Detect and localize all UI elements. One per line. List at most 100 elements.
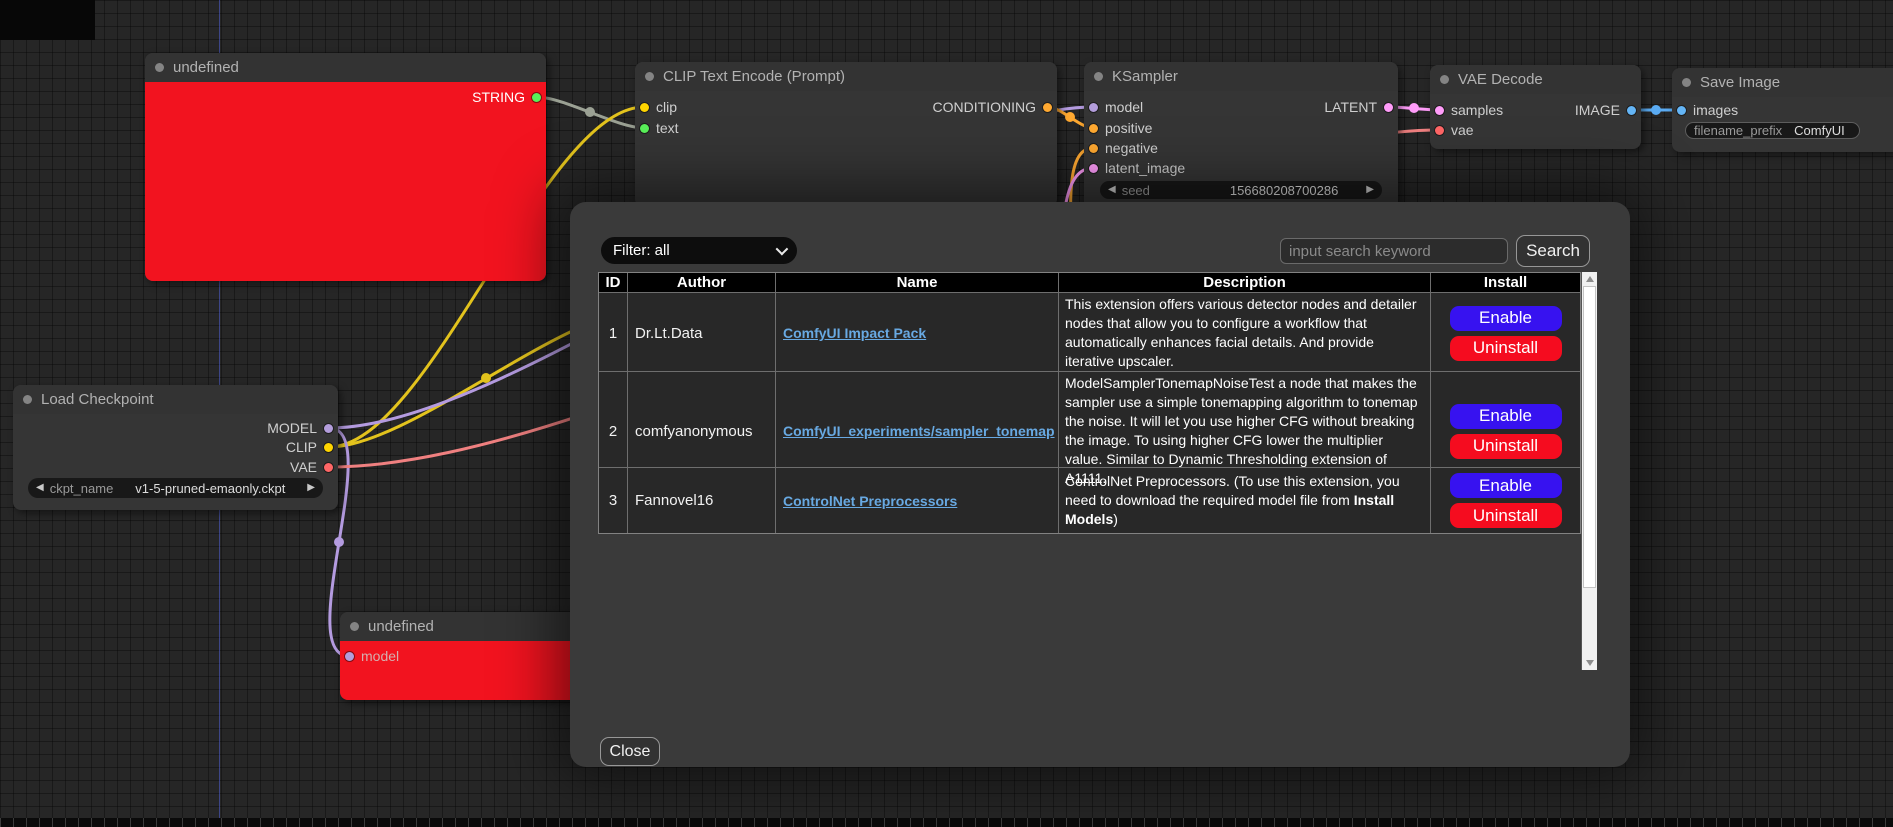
node-title: Load Checkpoint bbox=[41, 391, 154, 408]
node-titlebar[interactable]: CLIP Text Encode (Prompt) bbox=[635, 62, 1057, 91]
node-collapse-dot[interactable] bbox=[350, 622, 359, 631]
port-dot-CONDITIONING[interactable] bbox=[1043, 103, 1052, 112]
port-input-model[interactable]: model bbox=[345, 648, 399, 664]
node-title: undefined bbox=[173, 59, 239, 76]
port-input-positive[interactable]: positive bbox=[1089, 120, 1152, 136]
uninstall-button[interactable]: Uninstall bbox=[1450, 336, 1562, 361]
port-dot-positive[interactable] bbox=[1089, 124, 1098, 133]
widget-arrow-right[interactable]: ▶ bbox=[1366, 185, 1374, 195]
port-label: vae bbox=[1451, 122, 1474, 138]
widget-seed[interactable]: ◀seed156680208700286▶ bbox=[1100, 181, 1382, 199]
manager-dialog: Filter: all Search IDAuthorNameDescripti… bbox=[570, 202, 1630, 767]
scrollbar-thumb[interactable] bbox=[1583, 286, 1596, 588]
port-dot-model[interactable] bbox=[1089, 103, 1098, 112]
port-input-vae[interactable]: vae bbox=[1435, 122, 1474, 138]
port-output-STRING[interactable]: STRING bbox=[472, 89, 541, 105]
uninstall-button[interactable]: Uninstall bbox=[1450, 434, 1562, 459]
node-titlebar[interactable]: KSampler bbox=[1084, 62, 1398, 91]
port-dot-vae[interactable] bbox=[1435, 126, 1444, 135]
port-input-clip[interactable]: clip bbox=[640, 99, 677, 115]
port-input-images[interactable]: images bbox=[1677, 102, 1738, 118]
port-output-MODEL[interactable]: MODEL bbox=[267, 420, 333, 436]
port-dot-CLIP[interactable] bbox=[324, 443, 333, 452]
port-output-IMAGE[interactable]: IMAGE bbox=[1575, 102, 1636, 118]
port-label: clip bbox=[656, 99, 677, 115]
node-save-image[interactable]: Save Image images filename_prefixComfyUI bbox=[1672, 68, 1893, 152]
scrollbar-up-arrow[interactable] bbox=[1582, 272, 1597, 286]
node-collapse-dot[interactable] bbox=[1440, 75, 1449, 84]
extension-table: IDAuthorNameDescriptionInstall1Dr.Lt.Dat… bbox=[598, 272, 1581, 534]
table-row-1: 1Dr.Lt.DataComfyUI Impact PackThis exten… bbox=[599, 292, 1580, 371]
port-input-model[interactable]: model bbox=[1089, 99, 1143, 115]
cell-author: Fannovel16 bbox=[628, 468, 776, 533]
node-collapse-dot[interactable] bbox=[1682, 78, 1691, 87]
node-collapse-dot[interactable] bbox=[23, 395, 32, 404]
port-input-samples[interactable]: samples bbox=[1435, 102, 1503, 118]
node-titlebar[interactable]: Save Image bbox=[1672, 68, 1893, 97]
port-dot-latent_image[interactable] bbox=[1089, 164, 1098, 173]
port-dot-images[interactable] bbox=[1677, 106, 1686, 115]
cell-description: This extension offers various detector n… bbox=[1059, 293, 1431, 373]
port-label: IMAGE bbox=[1575, 102, 1620, 118]
extension-link[interactable]: ComfyUI Impact Pack bbox=[783, 325, 926, 341]
column-header-id: ID bbox=[599, 273, 628, 292]
port-dot-STRING[interactable] bbox=[532, 93, 541, 102]
widget-arrow-left[interactable]: ◀ bbox=[1108, 185, 1116, 195]
port-label: samples bbox=[1451, 102, 1503, 118]
extension-link[interactable]: ControlNet Preprocessors bbox=[783, 493, 957, 509]
enable-button[interactable]: Enable bbox=[1450, 306, 1562, 331]
port-dot-model[interactable] bbox=[345, 652, 354, 661]
node-load-checkpoint[interactable]: Load Checkpoint MODEL CLIP VAE ◀ckpt_namev1-… bbox=[13, 385, 338, 510]
wire-midpoint-dot bbox=[585, 107, 595, 117]
node-clip-text-encode[interactable]: CLIP Text Encode (Prompt) clip text CONDITI… bbox=[635, 62, 1057, 207]
port-output-VAE[interactable]: VAE bbox=[290, 459, 333, 475]
port-dot-IMAGE[interactable] bbox=[1627, 106, 1636, 115]
node-collapse-dot[interactable] bbox=[645, 72, 654, 81]
port-label: CONDITIONING bbox=[933, 99, 1036, 115]
cell-install: Enable Uninstall bbox=[1431, 293, 1580, 373]
widget-ckpt_name[interactable]: ◀ckpt_namev1-5-pruned-emaonly.ckpt▶ bbox=[28, 478, 323, 498]
node-undefined-top[interactable]: undefined STRING bbox=[145, 53, 546, 281]
filter-select[interactable]: Filter: all bbox=[601, 237, 797, 264]
node-vae-decode[interactable]: VAE Decode samples vae IMAGE bbox=[1430, 65, 1641, 149]
widget-arrow-right[interactable]: ▶ bbox=[307, 483, 315, 493]
widget-arrow-left[interactable]: ◀ bbox=[36, 483, 44, 493]
node-titlebar[interactable]: undefined bbox=[340, 612, 582, 641]
extension-link[interactable]: ComfyUI_experiments/sampler_tonemap bbox=[783, 423, 1055, 439]
port-dot-samples[interactable] bbox=[1435, 106, 1444, 115]
port-label: positive bbox=[1105, 120, 1152, 136]
port-dot-text[interactable] bbox=[640, 124, 649, 133]
port-input-latent_image[interactable]: latent_image bbox=[1089, 160, 1185, 176]
node-collapse-dot[interactable] bbox=[1094, 72, 1103, 81]
scrollbar-down-arrow[interactable] bbox=[1582, 656, 1597, 670]
node-titlebar[interactable]: Load Checkpoint bbox=[13, 385, 338, 414]
close-button[interactable]: Close bbox=[600, 737, 660, 766]
node-collapse-dot[interactable] bbox=[155, 63, 164, 72]
node-titlebar[interactable]: VAE Decode bbox=[1430, 65, 1641, 94]
uninstall-button[interactable]: Uninstall bbox=[1450, 503, 1562, 528]
port-dot-clip[interactable] bbox=[640, 103, 649, 112]
column-header-description: Description bbox=[1059, 273, 1431, 292]
node-title: CLIP Text Encode (Prompt) bbox=[663, 68, 845, 85]
port-dot-LATENT[interactable] bbox=[1384, 103, 1393, 112]
port-dot-negative[interactable] bbox=[1089, 144, 1098, 153]
enable-button[interactable]: Enable bbox=[1450, 404, 1562, 429]
enable-button[interactable]: Enable bbox=[1450, 473, 1562, 498]
cell-id: 1 bbox=[599, 293, 628, 373]
node-titlebar[interactable]: undefined bbox=[145, 53, 546, 82]
port-output-CONDITIONING[interactable]: CONDITIONING bbox=[933, 99, 1052, 115]
port-output-CLIP[interactable]: CLIP bbox=[286, 439, 333, 455]
widget-filename_prefix[interactable]: filename_prefixComfyUI bbox=[1685, 122, 1860, 139]
port-dot-VAE[interactable] bbox=[324, 463, 333, 472]
node-undefined-bottom[interactable]: undefined model bbox=[340, 612, 582, 700]
widget-label: seed bbox=[1122, 183, 1150, 198]
search-input[interactable] bbox=[1280, 238, 1508, 264]
port-dot-MODEL[interactable] bbox=[324, 424, 333, 433]
search-button[interactable]: Search bbox=[1516, 235, 1590, 267]
port-input-negative[interactable]: negative bbox=[1089, 140, 1158, 156]
port-output-LATENT[interactable]: LATENT bbox=[1324, 99, 1393, 115]
port-input-text[interactable]: text bbox=[640, 120, 679, 136]
scrollbar[interactable] bbox=[1581, 272, 1597, 670]
chevron-down-icon bbox=[776, 243, 789, 256]
cell-install: Enable Uninstall bbox=[1431, 468, 1580, 533]
